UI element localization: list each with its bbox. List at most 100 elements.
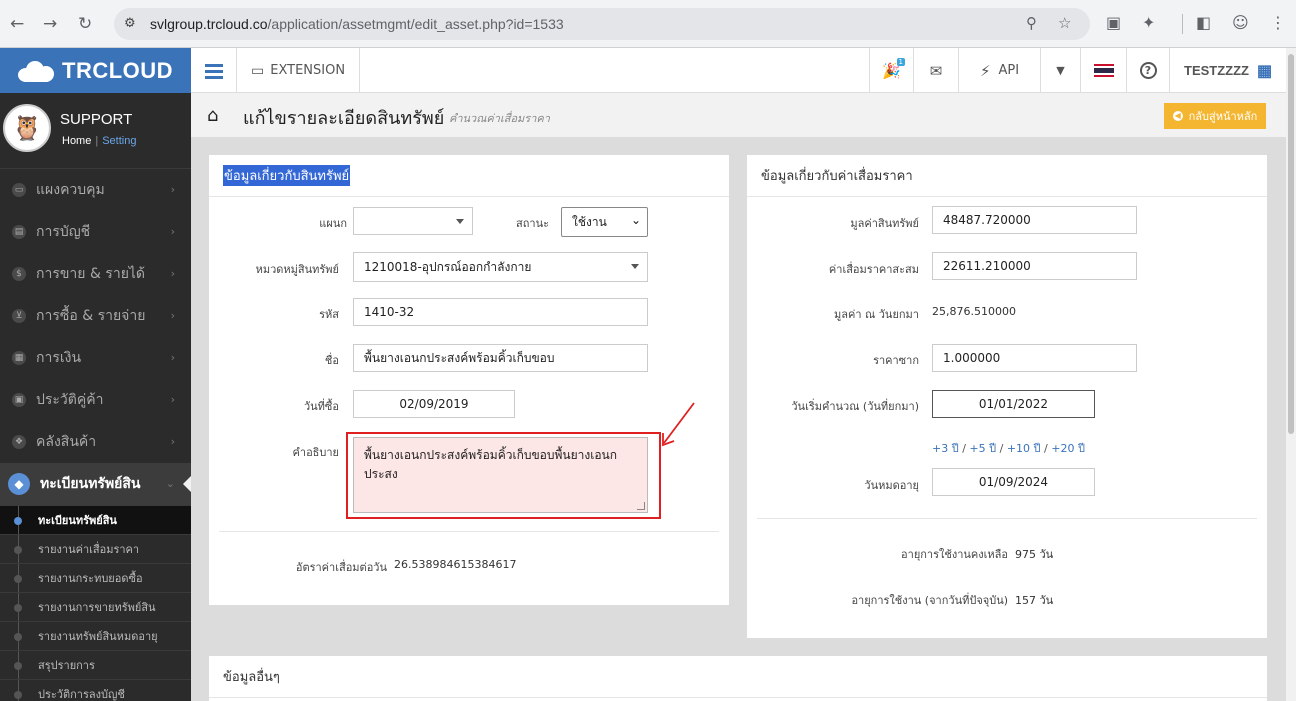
purchase-date-input[interactable]: 02/09/2019 [353, 390, 515, 418]
sidebar-subitem-5[interactable]: รายงานทรัพย์สินหมดอายุ [0, 621, 191, 650]
salvage-value: 1.000000 [943, 351, 1001, 365]
status-select[interactable]: ใช้งาน ⌄ [561, 207, 648, 237]
sidebar-subitem-6[interactable]: สรุปรายการ [0, 650, 191, 679]
expiry-date-label: วันหมดอายุ [864, 479, 919, 492]
chevron-right-icon: › [170, 435, 175, 448]
asset-panel-title: ข้อมูลเกี่ยวกับสินทรัพย์ [223, 165, 351, 186]
other-panel-title: ข้อมูลอื่นๆ [223, 670, 280, 685]
brought-forward-value: 25,876.510000 [932, 305, 1016, 318]
chat-extension-icon[interactable]: ▣ [1106, 13, 1121, 32]
sidebar-item-label: คลังสินค้า [36, 434, 97, 450]
category-select[interactable]: 1210018-อุปกรณ์ออกกำลังกาย [353, 252, 648, 282]
bookmark-star-icon[interactable]: ☆ [1058, 14, 1071, 32]
back-to-main-button[interactable]: ◀ กลับสู่หน้าหลัก [1164, 103, 1266, 129]
sidebar-subitem-label: รายงานกระทบยอดซื้อ [38, 572, 143, 585]
asset-info-panel: ข้อมูลเกี่ยวกับสินทรัพย์ แผนก สถานะ ใช้ง… [209, 155, 729, 605]
chevron-right-icon: › [170, 309, 175, 322]
language-button[interactable] [1080, 48, 1126, 93]
forward-arrow-icon[interactable]: → [43, 14, 57, 34]
sidebar-item-label: การบัญชี [36, 224, 91, 240]
side-panel-icon[interactable]: ◧ [1196, 13, 1211, 32]
sidebar-subitem-1[interactable]: ทะเบียนทรัพย์สิน [0, 505, 191, 534]
chevron-down-icon: ⌄ [165, 477, 175, 490]
chevron-down-icon: ⌄ [630, 213, 641, 227]
sidebar-subitem-label: ทะเบียนทรัพย์สิน [38, 514, 117, 527]
sidebar-item-6[interactable]: ▣ ประวัติคู่ค้า › [0, 379, 191, 421]
sidebar-item-5[interactable]: ▦ การเงิน › [0, 337, 191, 379]
sidebar-item-2[interactable]: ▤ การบัญชี › [0, 211, 191, 253]
help-button[interactable]: ? [1126, 48, 1169, 93]
add-3-years-link[interactable]: +3 ปี [932, 442, 959, 455]
code-input[interactable]: 1410-32 [353, 298, 648, 326]
sidebar-subitem-3[interactable]: รายงานกระทบยอดซื้อ [0, 563, 191, 592]
cloud-icon [16, 60, 56, 82]
resize-grip-icon[interactable] [637, 502, 645, 510]
browser-menu-icon[interactable]: ⋮ [1270, 13, 1286, 32]
puzzle-extension-icon[interactable]: ✦ [1142, 13, 1155, 32]
sidebar-menu: ▭ แผงควบคุม › ▤ การบัญชี › $ การขาย & รายได้ › ⊻ ก… [0, 169, 191, 463]
depreciation-panel-title: ข้อมูลเกี่ยวกับค่าเสื่อมราคา [761, 169, 913, 184]
sidebar-item-3[interactable]: $ การขาย & รายได้ › [0, 253, 191, 295]
api-dropdown-button[interactable]: ▼ [1040, 48, 1080, 93]
accumulated-depreciation-value: 22611.210000 [943, 259, 1031, 273]
calendar-icon: ▦ [12, 351, 26, 365]
sidebar-item-4[interactable]: ⊻ การซื้อ & รายจ่าย › [0, 295, 191, 337]
cart-icon: ⊻ [12, 309, 26, 323]
menu-toggle-button[interactable] [191, 48, 237, 93]
sidebar-subitem-label: รายงานการขายทรัพย์สิน [38, 601, 156, 614]
extension-button[interactable]: ▭ EXTENSION [237, 48, 360, 93]
sidebar-item-label: การเงิน [36, 350, 82, 366]
sidebar-item-asset-register[interactable]: ◆ ทะเบียนทรัพย์สิน ⌄ [0, 463, 191, 505]
description-textarea[interactable]: พื้นยางเอนกประสงค์พร้อมคิ้วเก็บขอบพื้นยา… [353, 437, 648, 513]
description-label: คำอธิบาย [292, 446, 339, 459]
site-settings-icon[interactable]: ⚙ [124, 16, 136, 31]
page-scrollbar[interactable] [1286, 48, 1296, 701]
start-date-input[interactable]: 01/01/2022 [932, 390, 1095, 418]
home-link[interactable]: Home [62, 135, 91, 147]
address-bar[interactable]: ⚙ svlgroup.trcloud.co/application/assetm… [114, 8, 1090, 40]
annotation-arrow [662, 402, 695, 447]
arrow-circle-icon: ◀ [1172, 111, 1183, 121]
salvage-value-input[interactable]: 1.000000 [932, 344, 1137, 372]
zoom-icon[interactable]: ⚲ [1026, 14, 1037, 32]
caret-down-icon [456, 219, 464, 224]
back-arrow-icon[interactable]: ← [10, 14, 24, 34]
expiry-date-input[interactable]: 01/09/2024 [932, 468, 1095, 496]
profile-avatar-icon[interactable]: ☺ [1232, 13, 1249, 32]
other-info-panel: ข้อมูลอื่นๆ [209, 656, 1267, 701]
mail-button[interactable]: ✉ [913, 48, 958, 93]
department-select[interactable] [353, 207, 473, 235]
remaining-life-value: 975 วัน [1015, 548, 1054, 561]
building-icon: ▦ [1257, 62, 1273, 80]
user-panel: 🦉 SUPPORT Home | Setting [0, 93, 191, 169]
asset-value-input[interactable]: 48487.720000 [932, 206, 1137, 234]
add-5-years-link[interactable]: +5 ปี [969, 442, 996, 455]
add-20-years-link[interactable]: +20 ปี [1051, 442, 1085, 455]
accumulated-depreciation-input[interactable]: 22611.210000 [932, 252, 1137, 280]
chevron-right-icon: › [170, 183, 175, 196]
add-10-years-link[interactable]: +10 ปี [1007, 442, 1041, 455]
plug-icon: ⚡ [979, 61, 991, 80]
api-button[interactable]: ⚡ API [958, 48, 1040, 93]
scrollbar-thumb[interactable] [1288, 54, 1294, 434]
home-icon[interactable]: ⌂ [207, 105, 218, 126]
accumulated-depreciation-label: ค่าเสื่อมราคาสะสม [828, 263, 919, 276]
setting-link[interactable]: Setting [102, 135, 136, 147]
notification-badge: 1 [896, 58, 905, 66]
trcloud-logo[interactable]: TRCLOUD [0, 48, 191, 93]
sidebar-item-1[interactable]: ▭ แผงควบคุม › [0, 169, 191, 211]
dollar-icon: $ [12, 267, 26, 281]
sidebar-subitem-label: รายงานทรัพย์สินหมดอายุ [38, 630, 158, 643]
name-input[interactable]: พื้นยางเอนกประสงค์พร้อมคิ้วเก็บขอบ [353, 344, 648, 372]
company-button[interactable]: TESTZZZZ ▦ [1169, 48, 1286, 93]
year-shortcuts: +3 ปี / +5 ปี / +10 ปี / +20 ปี [932, 442, 1085, 455]
app-topbar: ▭ EXTENSION 🎉 1 ✉ ⚡ API ▼ ? TESTZZZZ ▦ [191, 48, 1286, 93]
reload-icon[interactable]: ↻ [78, 14, 92, 34]
sidebar-subitem-7[interactable]: ประวัติการลงบัญชี [0, 679, 191, 701]
sidebar-subitem-4[interactable]: รายงานการขายทรัพย์สิน [0, 592, 191, 621]
api-label: API [998, 63, 1020, 78]
sidebar-item-7[interactable]: ❖ คลังสินค้า › [0, 421, 191, 463]
browser-toolbar: ← → ↻ ⚙ svlgroup.trcloud.co/application/… [0, 0, 1296, 48]
sidebar-subitem-2[interactable]: รายงานค่าเสื่อมราคา [0, 534, 191, 563]
announcement-button[interactable]: 🎉 1 [869, 48, 913, 93]
